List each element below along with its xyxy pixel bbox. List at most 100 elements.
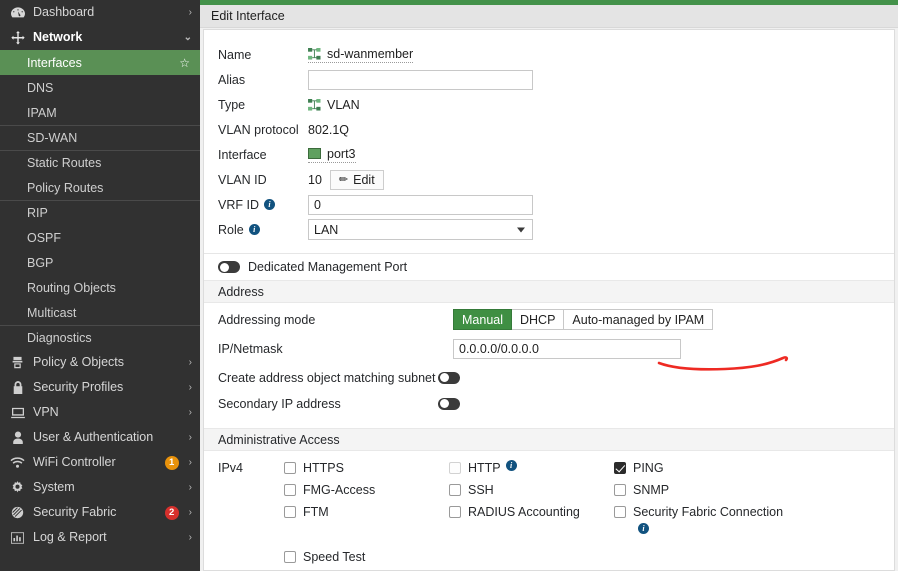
interface-form: Name sd-wanmember Alias	[204, 30, 894, 254]
info-icon[interactable]: i	[506, 460, 517, 471]
addressing-mode-option-dhcp[interactable]: DHCP	[512, 309, 564, 330]
ssh-checkbox[interactable]	[449, 484, 461, 496]
chevron-right-icon: ›	[189, 532, 192, 543]
dedicated-management-port-toggle[interactable]	[218, 261, 240, 273]
vlan-id-edit-button[interactable]: ✏ Edit	[330, 170, 384, 190]
speed-test-body: Speed Test	[204, 549, 894, 571]
secondary-ip-toggle[interactable]	[438, 398, 460, 410]
fmg-access-label: FMG-Access	[303, 482, 375, 498]
fortigate-edit-interface-page: Dashboard › Network ⌄ Interfaces ☆ DNS I…	[0, 0, 898, 571]
page-title: Edit Interface	[211, 9, 285, 23]
sidebar-item-multicast[interactable]: Multicast	[0, 300, 200, 325]
info-icon[interactable]: i	[249, 224, 260, 235]
vlan-protocol-value: 802.1Q	[308, 123, 349, 137]
secondary-ip-row: Secondary IP address	[204, 391, 894, 416]
ping-checkbox[interactable]	[614, 462, 626, 474]
ftm-checkbox[interactable]	[284, 506, 296, 518]
interface-value-link[interactable]: port3	[308, 147, 356, 163]
sidebar-item-user-authentication[interactable]: User & Authentication ›	[0, 425, 200, 450]
chevron-right-icon: ›	[189, 407, 192, 418]
addressing-mode-option-ipam[interactable]: Auto-managed by IPAM	[564, 309, 713, 330]
checkbox-row-ping: PING	[614, 460, 789, 480]
speed-test-label: Speed Test	[303, 549, 365, 565]
sidebar: Dashboard › Network ⌄ Interfaces ☆ DNS I…	[0, 0, 200, 571]
chevron-right-icon: ›	[189, 457, 192, 468]
create-address-object-toggle[interactable]	[438, 372, 460, 384]
sidebar-item-bgp[interactable]: BGP	[0, 250, 200, 275]
sidebar-item-ipam[interactable]: IPAM	[0, 100, 200, 125]
sidebar-item-dns[interactable]: DNS	[0, 75, 200, 100]
sidebar-item-interfaces[interactable]: Interfaces ☆	[0, 50, 200, 75]
info-icon[interactable]: i	[638, 523, 649, 534]
field-row-vlan-protocol: VLAN protocol 802.1Q	[204, 117, 894, 142]
vrf-id-label: VRF ID i	[218, 198, 308, 212]
sidebar-item-label: WiFi Controller	[33, 456, 165, 469]
chevron-right-icon: ›	[189, 482, 192, 493]
sidebar-item-system[interactable]: System ›	[0, 475, 200, 500]
sidebar-item-diagnostics[interactable]: Diagnostics	[0, 325, 200, 350]
security-fabric-connection-checkbox[interactable]	[614, 506, 626, 518]
https-label: HTTPS	[303, 460, 344, 476]
notification-badge: 1	[165, 456, 179, 470]
sidebar-item-label: Security Profiles	[33, 381, 185, 394]
speed-test-checkbox[interactable]	[284, 551, 296, 563]
interface-value: port3	[327, 147, 356, 161]
sidebar-item-network[interactable]: Network ⌄	[0, 25, 200, 50]
ip-netmask-label: IP/Netmask	[218, 342, 453, 356]
sidebar-item-routing-objects[interactable]: Routing Objects	[0, 275, 200, 300]
ssh-label: SSH	[468, 482, 494, 498]
role-selected-value: LAN	[314, 223, 338, 237]
chevron-down-icon: ⌄	[184, 32, 192, 43]
dedicated-management-port-label: Dedicated Management Port	[248, 260, 407, 274]
star-icon[interactable]: ☆	[179, 56, 190, 70]
checkbox-row-ftm: FTM	[284, 504, 449, 524]
ip-netmask-row: IP/Netmask	[204, 336, 894, 361]
info-icon[interactable]: i	[264, 199, 275, 210]
toggle-knob	[440, 399, 449, 408]
sidebar-item-policy-objects[interactable]: Policy & Objects ›	[0, 350, 200, 375]
sidebar-item-label: Network	[33, 31, 180, 44]
fmg-access-checkbox[interactable]	[284, 484, 296, 496]
edit-button-label: Edit	[353, 173, 375, 187]
sidebar-item-policy-routes[interactable]: Policy Routes	[0, 175, 200, 200]
addressing-mode-option-manual[interactable]: Manual	[453, 309, 512, 330]
ip-netmask-input[interactable]	[453, 339, 681, 359]
sidebar-item-wifi-controller[interactable]: WiFi Controller 1 ›	[0, 450, 200, 475]
sidebar-item-vpn[interactable]: VPN ›	[0, 400, 200, 425]
snmp-checkbox[interactable]	[614, 484, 626, 496]
http-checkbox[interactable]	[449, 462, 461, 474]
radius-accounting-checkbox[interactable]	[449, 506, 461, 518]
checkbox-row-ssh: SSH	[449, 482, 614, 502]
https-checkbox[interactable]	[284, 462, 296, 474]
sidebar-item-static-routes[interactable]: Static Routes	[0, 150, 200, 175]
wifi-icon	[9, 457, 26, 469]
sidebar-item-security-profiles[interactable]: Security Profiles ›	[0, 375, 200, 400]
sidebar-item-dashboard[interactable]: Dashboard ›	[0, 0, 200, 25]
sidebar-item-label: BGP	[27, 256, 190, 270]
sidebar-item-security-fabric[interactable]: Security Fabric 2 ›	[0, 500, 200, 525]
type-label: Type	[218, 98, 308, 112]
vrf-id-input[interactable]	[308, 195, 533, 215]
checkbox-row-speed-test: Speed Test	[284, 549, 449, 569]
policy-icon	[9, 356, 26, 369]
sidebar-item-log-report[interactable]: Log & Report ›	[0, 525, 200, 550]
sidebar-item-ospf[interactable]: OSPF	[0, 225, 200, 250]
sidebar-item-label: Security Fabric	[33, 506, 165, 519]
snmp-label: SNMP	[633, 482, 669, 498]
admin-access-column-1: HTTPS FMG-Access FTM	[284, 460, 449, 536]
role-select[interactable]: LAN	[308, 219, 533, 240]
fabric-icon	[9, 506, 26, 519]
sidebar-item-sd-wan[interactable]: SD-WAN	[0, 125, 200, 150]
name-value-link[interactable]: sd-wanmember	[308, 47, 413, 63]
chevron-right-icon: ›	[189, 432, 192, 443]
secondary-ip-label: Secondary IP address	[218, 397, 453, 411]
sidebar-item-rip[interactable]: RIP	[0, 200, 200, 225]
vlan-protocol-label: VLAN protocol	[218, 123, 308, 137]
addressing-mode-row: Addressing mode Manual DHCP Auto-managed…	[204, 307, 894, 332]
port-icon	[308, 148, 321, 159]
alias-input[interactable]	[308, 70, 533, 90]
sidebar-item-label: Diagnostics	[27, 331, 190, 345]
sidebar-item-label: User & Authentication	[33, 431, 185, 444]
chevron-right-icon: ›	[189, 382, 192, 393]
address-section-title: Address	[218, 285, 264, 299]
